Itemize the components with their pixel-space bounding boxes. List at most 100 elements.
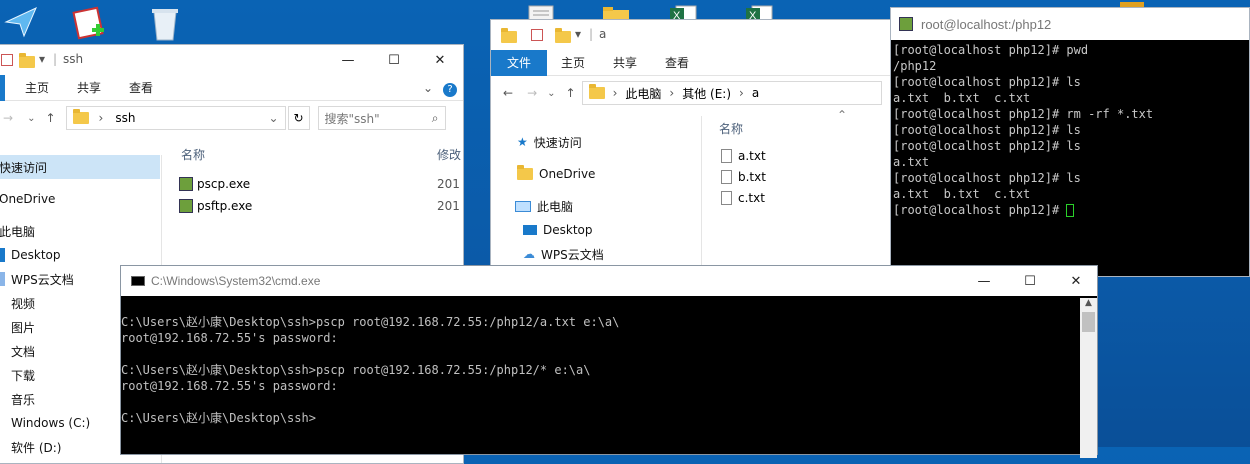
maximize-button[interactable]: ☐ [1007,266,1053,296]
search-placeholder: 搜索"ssh" [324,111,380,126]
nav-item-this-pc[interactable]: 此电脑 [0,219,160,243]
scrollbar[interactable]: ▲ [1080,298,1097,458]
file-list: 名称 修改 pscp.exe 201 psftp.exe 201 [171,143,463,217]
separator: | [53,52,58,66]
terminal-line: [root@localhost php12]# rm -rf *.txt [893,107,1154,121]
close-button[interactable]: ✕ [1053,266,1099,296]
path-box[interactable]: › ssh ⌄ [65,106,286,130]
terminal-output[interactable]: [root@localhost php12]# pwd/php12 [root@l… [893,42,1249,272]
desktop-icon [523,225,537,235]
path-a[interactable]: a [752,86,759,100]
title-bar: root@localhost:/php12 [891,8,1249,40]
checkbox-icon [531,29,543,41]
folder-icon [19,53,35,68]
file-row[interactable]: b.txt [721,166,893,187]
dropdown-icon[interactable]: ▾ [575,27,581,41]
dropdown-icon[interactable]: ▾ [39,52,45,66]
putty-icon [899,17,913,31]
terminal-line: C:\Users\赵小康\Desktop\ssh>pscp root@192.1… [121,315,620,329]
path-box[interactable]: › 此电脑 › 其他 (E:) › a [581,81,882,105]
tab-file[interactable]: 文件 [491,49,548,76]
minimize-button[interactable]: — [961,266,1007,296]
close-button[interactable]: ✕ [417,45,463,75]
computer-icon [515,200,531,212]
column-name[interactable]: 名称 [181,146,205,163]
recycle-bin-icon[interactable] [148,4,182,42]
a-explorer-window: ▾ | a 文件 主页 共享 查看 ← → ⌄ ↑ › 此电脑 › 其他 (E:… [490,19,900,279]
chevron-right-icon: › [669,86,675,100]
checkbox-icon [1,54,13,66]
folder-icon [588,84,605,99]
tab-share[interactable]: 共享 [599,50,651,76]
dropdown-icon[interactable]: ⌄ [547,88,555,99]
maximize-button[interactable]: ☐ [371,45,417,75]
tab-view[interactable]: 查看 [115,75,167,101]
desktop-icon [0,248,5,262]
path-segment[interactable]: ssh [115,111,135,125]
terminal-prompt-line: [root@localhost php12]# [893,202,1249,218]
nav-item-quick-access[interactable]: ★ 快速访问 [491,130,701,154]
nav-item-desktop[interactable]: Desktop [0,243,160,267]
separator: | [589,27,594,41]
forward-icon[interactable]: → [527,86,537,100]
collapse-icon[interactable]: ⌃ [837,108,847,122]
back-icon[interactable]: ← [503,86,513,100]
file-row[interactable]: a.txt [721,145,893,166]
help-icon[interactable]: ? [443,83,457,97]
putty-window: root@localhost:/php12 [root@localhost ph… [890,7,1250,277]
column-name[interactable]: 名称 [719,118,893,140]
nav-divider [701,116,702,278]
file-date: 201 [437,199,460,213]
nav-item-onedrive[interactable]: OneDrive [0,187,160,211]
text-file-icon [721,190,732,205]
tab-view[interactable]: 查看 [651,50,703,76]
file-tab-partial[interactable] [0,74,5,101]
nav-item-this-pc[interactable]: 此电脑 [491,194,701,218]
up-icon[interactable]: ↑ [45,111,55,125]
minimize-button[interactable]: — [325,45,371,75]
putty-icon [179,199,193,213]
ribbon-tabs: 主页 共享 查看 ⌄ ? [0,74,463,101]
expand-icon[interactable]: ⌄ [423,81,433,95]
path-drive-e[interactable]: 其他 (E:) [682,85,731,102]
notepad-plus-icon[interactable] [72,4,108,42]
terminal-output[interactable]: C:\Users\赵小康\Desktop\ssh>pscp root@192.1… [121,298,1081,454]
search-input[interactable]: 搜索"ssh" ⌕ [317,106,446,130]
send-icon[interactable] [4,4,38,38]
file-row[interactable]: pscp.exe 201 [171,173,463,195]
address-bar: → ⌄ ↑ › ssh ⌄ ↻ 搜索"ssh" ⌕ [0,101,463,135]
terminal-lines: [root@localhost php12]# pwd/php12 [root@l… [893,42,1249,202]
nav-item-wps[interactable]: ☁ WPS云文档 [491,242,701,266]
tab-share[interactable]: 共享 [63,75,115,101]
address-bar: ← → ⌄ ↑ › 此电脑 › 其他 (E:) › a [491,76,899,110]
nav-item-onedrive[interactable]: OneDrive [491,162,701,186]
cmd-icon [131,276,145,286]
chevron-right-icon: › [739,86,744,100]
folder-icon [555,28,571,43]
file-name: pscp.exe [197,177,251,191]
dropdown-icon[interactable]: ⌄ [268,111,278,125]
terminal-line: [root@localhost php12]# pwd [893,43,1089,57]
chevron-right-icon: › [98,111,104,125]
file-row[interactable]: c.txt [721,187,893,208]
terminal-cursor [1066,204,1075,217]
ribbon-tabs: 文件 主页 共享 查看 [491,49,899,76]
forward-icon[interactable]: → [3,111,13,125]
refresh-button[interactable]: ↻ [287,106,310,130]
file-row[interactable]: psftp.exe 201 [171,195,463,217]
up-icon[interactable]: ↑ [566,86,576,100]
terminal-line: a.txt [893,155,930,169]
scroll-thumb[interactable] [1082,312,1095,332]
folder-icon [517,165,533,180]
title-bar: C:\Windows\System32\cmd.exe — ☐ ✕ [121,266,1097,296]
scroll-up-icon[interactable]: ▲ [1080,298,1097,312]
tab-home[interactable]: 主页 [11,75,63,101]
nav-item-desktop[interactable]: Desktop [491,218,701,242]
path-this-pc[interactable]: 此电脑 [625,85,661,102]
nav-item-quick-access[interactable]: 快速访问 [0,155,160,179]
tab-home[interactable]: 主页 [547,50,599,76]
putty-icon [179,177,193,191]
dropdown-icon[interactable]: ⌄ [27,113,35,124]
column-modified[interactable]: 修改 [437,146,461,163]
